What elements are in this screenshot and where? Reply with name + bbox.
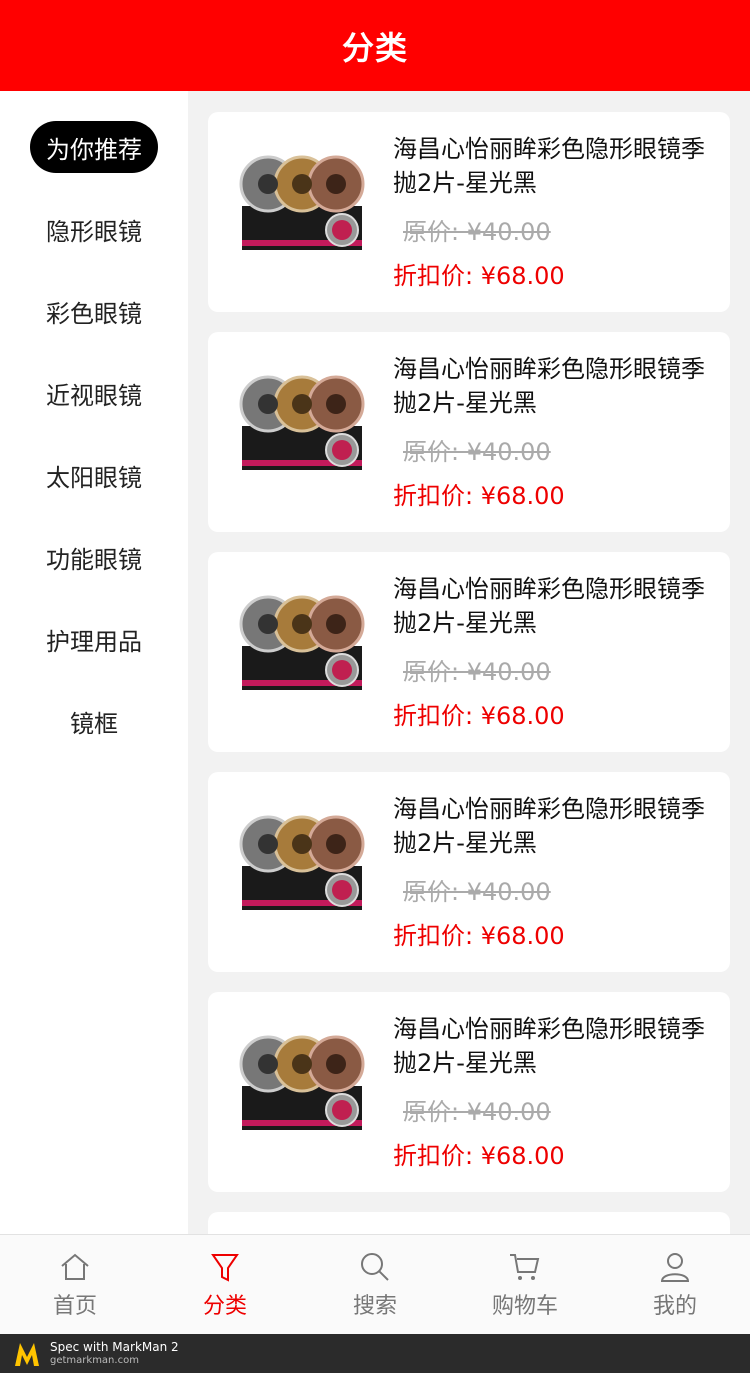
tab-search[interactable]: 搜索 bbox=[300, 1235, 450, 1335]
product-image bbox=[239, 815, 365, 910]
footer-site: getmarkman.com bbox=[50, 1354, 139, 1366]
header-bar: 分类 bbox=[0, 0, 750, 91]
sidebar-item-frames[interactable]: 镜框 bbox=[0, 695, 188, 747]
sidebar-item-label: 彩色眼镜 bbox=[46, 299, 142, 328]
original-price: 原价: ¥40.00 bbox=[403, 878, 551, 906]
product-card[interactable] bbox=[208, 1212, 730, 1234]
product-image bbox=[239, 595, 365, 690]
sidebar-item-contact-lens[interactable]: 隐形眼镜 bbox=[0, 203, 188, 255]
sidebar-item-label: 为你推荐 bbox=[30, 121, 158, 173]
discount-price: 折扣价: ¥68.00 bbox=[393, 1142, 565, 1170]
sidebar-item-label: 太阳眼镜 bbox=[46, 463, 142, 492]
tab-label: 购物车 bbox=[491, 1294, 558, 1319]
search-icon bbox=[361, 1253, 389, 1281]
sidebar-item-myopia[interactable]: 近视眼镜 bbox=[0, 367, 188, 419]
cart-icon bbox=[510, 1254, 540, 1280]
sidebar-item-label: 护理用品 bbox=[46, 627, 142, 656]
user-icon bbox=[660, 1253, 690, 1282]
product-image bbox=[239, 1035, 365, 1130]
tab-label: 分类 bbox=[202, 1294, 247, 1319]
sidebar-item-label: 功能眼镜 bbox=[46, 545, 142, 574]
home-icon bbox=[61, 1253, 89, 1280]
markman-footer: Spec with MarkMan 2 getmarkman.com bbox=[0, 1334, 750, 1373]
product-title: 海昌心怡丽眸彩色隐形眼镜季抛2片-星光黑 bbox=[393, 135, 705, 197]
product-title: 海昌心怡丽眸彩色隐形眼镜季抛2片-星光黑 bbox=[393, 355, 705, 417]
product-title: 海昌心怡丽眸彩色隐形眼镜季抛2片-星光黑 bbox=[393, 1015, 705, 1077]
product-image bbox=[239, 375, 365, 470]
tab-label: 我的 bbox=[652, 1294, 697, 1319]
tab-label: 搜索 bbox=[352, 1294, 397, 1319]
original-price: 原价: ¥40.00 bbox=[403, 1098, 551, 1126]
original-price: 原价: ¥40.00 bbox=[403, 438, 551, 466]
product-title: 海昌心怡丽眸彩色隐形眼镜季抛2片-星光黑 bbox=[393, 795, 705, 857]
original-price: 原价: ¥40.00 bbox=[403, 218, 551, 246]
footer-brand: Spec with MarkMan 2 bbox=[50, 1339, 179, 1354]
tab-cart[interactable]: 购物车 bbox=[450, 1235, 600, 1335]
page-title: 分类 bbox=[341, 28, 408, 67]
discount-price: 折扣价: ¥68.00 bbox=[393, 702, 565, 730]
product-card[interactable]: 海昌心怡丽眸彩色隐形眼镜季抛2片-星光黑 原价: ¥40.00 折扣价: ¥68… bbox=[208, 332, 730, 532]
sidebar-item-care[interactable]: 护理用品 bbox=[0, 613, 188, 665]
tab-category[interactable]: 分类 bbox=[150, 1235, 300, 1335]
sidebar-item-color-lens[interactable]: 彩色眼镜 bbox=[0, 285, 188, 337]
sidebar-item-label: 镜框 bbox=[70, 709, 118, 738]
sidebar-item-label: 隐形眼镜 bbox=[46, 217, 142, 246]
sidebar-item-sunglasses[interactable]: 太阳眼镜 bbox=[0, 449, 188, 501]
product-title: 海昌心怡丽眸彩色隐形眼镜季抛2片-星光黑 bbox=[393, 575, 705, 637]
original-price: 原价: ¥40.00 bbox=[403, 658, 551, 686]
category-sidebar: 为你推荐 隐形眼镜 彩色眼镜 近视眼镜 太阳眼镜 功能眼镜 护理用品 镜框 bbox=[0, 91, 188, 1234]
sidebar-item-functional[interactable]: 功能眼镜 bbox=[0, 531, 188, 583]
bottom-tab-bar: 首页 分类 搜索 购物车 我的 bbox=[0, 1234, 750, 1335]
filter-icon bbox=[211, 1254, 239, 1282]
product-card[interactable]: 海昌心怡丽眸彩色隐形眼镜季抛2片-星光黑 原价: ¥40.00 折扣价: ¥68… bbox=[208, 992, 730, 1192]
product-card[interactable]: 海昌心怡丽眸彩色隐形眼镜季抛2片-星光黑 原价: ¥40.00 折扣价: ¥68… bbox=[208, 552, 730, 752]
product-list: 海昌心怡丽眸彩色隐形眼镜季抛2片-星光黑 原价: ¥40.00 折扣价: ¥68… bbox=[188, 91, 750, 1234]
sidebar-item-label: 近视眼镜 bbox=[46, 381, 142, 410]
markman-logo-icon bbox=[15, 1342, 39, 1366]
tab-home[interactable]: 首页 bbox=[0, 1235, 150, 1335]
tab-label: 首页 bbox=[52, 1294, 97, 1319]
sidebar-item-recommend[interactable]: 为你推荐 bbox=[0, 121, 188, 173]
discount-price: 折扣价: ¥68.00 bbox=[393, 482, 565, 510]
product-card[interactable]: 海昌心怡丽眸彩色隐形眼镜季抛2片-星光黑 原价: ¥40.00 折扣价: ¥68… bbox=[208, 112, 730, 312]
footer-text: Spec with MarkMan 2 getmarkman.com bbox=[50, 1340, 179, 1368]
tab-mine[interactable]: 我的 bbox=[600, 1235, 750, 1335]
product-card[interactable]: 海昌心怡丽眸彩色隐形眼镜季抛2片-星光黑 原价: ¥40.00 折扣价: ¥68… bbox=[208, 772, 730, 972]
product-image bbox=[239, 155, 365, 250]
discount-price: 折扣价: ¥68.00 bbox=[393, 922, 565, 950]
discount-price: 折扣价: ¥68.00 bbox=[393, 262, 565, 290]
